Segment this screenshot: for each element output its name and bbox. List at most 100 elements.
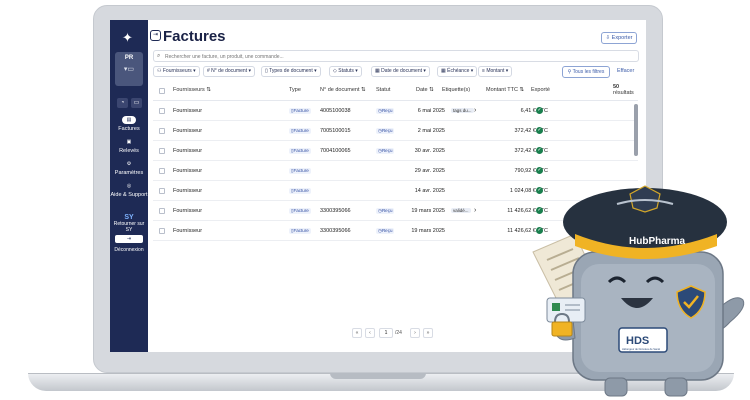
hash-icon: #	[207, 68, 210, 74]
badge-subtext: Hébergeur de Données de Santé	[622, 347, 661, 351]
results-count: 50 résultats	[613, 84, 634, 96]
col-header-fournisseurs[interactable]: Fournisseurs ⇅	[173, 87, 211, 93]
app-logo-icon[interactable]: ✦	[122, 30, 133, 46]
filter-date-document[interactable]: ▦ Date de document ▾	[371, 66, 430, 77]
cell-doc-number: 7005100015	[320, 128, 351, 134]
sidebar-item-label: Paramètres	[114, 170, 144, 176]
cell-supplier: Fournisseur	[173, 208, 203, 214]
check-circle-icon: ✓	[536, 167, 543, 174]
cell-date: 14 avr. 2025	[414, 188, 445, 194]
prev-page-button[interactable]: ‹	[365, 328, 375, 338]
type-badge: ▯Facture	[289, 108, 311, 114]
sidebar-item-aide[interactable]: ◎ Aide & Support	[110, 182, 148, 198]
statement-icon: ▣	[126, 139, 132, 145]
check-circle-icon: ✓	[536, 107, 543, 114]
select-all-checkbox[interactable]	[159, 88, 165, 94]
export-label: Exporter	[611, 35, 633, 41]
calendar-icon: ▦	[441, 68, 446, 74]
status-label: Reçu	[381, 148, 393, 153]
clear-filters-link[interactable]: Effacer	[617, 68, 634, 74]
filter-label: Montant	[486, 68, 505, 74]
last-page-button[interactable]: »	[423, 328, 433, 338]
col-header-montant[interactable]: Montant TTC ⇅	[486, 87, 524, 93]
col-label: Montant TTC	[486, 87, 518, 93]
store-icon: ▾▭	[123, 66, 135, 73]
col-header-date[interactable]: Date ⇅	[416, 87, 434, 93]
filter-label: Fournisseurs	[162, 68, 192, 74]
chevron-right-icon[interactable]: ›	[474, 107, 476, 114]
messages-icon[interactable]: ▭	[131, 98, 142, 108]
cap-text: HubPharma	[629, 236, 686, 247]
row-checkbox[interactable]	[159, 228, 165, 234]
filter-statuts[interactable]: ◇ Statuts ▾	[329, 66, 362, 77]
calendar-icon: ▦	[375, 68, 380, 74]
status-label: Reçu	[381, 108, 393, 113]
table-scrollbar[interactable]	[634, 104, 638, 156]
chevron-down-icon: ▾	[423, 68, 426, 74]
filter-label: N° de document	[211, 68, 248, 74]
chevron-down-icon: ▾	[470, 68, 474, 74]
status-label: Reçu	[381, 228, 393, 233]
tag-chip[interactable]: validé...	[451, 208, 471, 213]
sidebar-item-factures[interactable]: ▤ Factures	[110, 116, 148, 132]
health-card-icon	[546, 297, 586, 323]
search-input[interactable]	[165, 52, 625, 61]
page-input[interactable]: 1	[379, 328, 393, 338]
check-circle-icon: ✓	[536, 147, 543, 154]
filter-types-document[interactable]: ▯ Types de document ▾	[261, 66, 321, 77]
filter-fournisseurs[interactable]: ⚇ Fournisseurs ▾	[153, 66, 200, 77]
filter-numero-document[interactable]: # N° de document ▾	[203, 66, 255, 77]
export-button[interactable]: ⇩ Exporter	[601, 32, 637, 44]
tag-chip[interactable]: tags du...	[451, 108, 474, 113]
col-header-type: Type	[289, 87, 301, 93]
table-row[interactable]: Fournisseur ▯Facture 4005100038 ◷Reçu 6 mai …	[153, 101, 638, 121]
row-checkbox[interactable]	[159, 128, 165, 134]
user-initials: PR	[124, 55, 134, 61]
table-row[interactable]: Fournisseur ▯Facture 7005100015 ◷Reçu 2 mai …	[153, 121, 638, 141]
chevron-down-icon: ▾	[193, 68, 196, 74]
chevron-right-icon[interactable]: ›	[474, 207, 476, 214]
filter-montant[interactable]: ≡ Montant ▾	[478, 66, 513, 77]
cell-date: 30 avr. 2025	[414, 148, 445, 154]
search-bar: ⌕	[153, 50, 639, 62]
type-badge: ▯Facture	[289, 128, 311, 134]
help-icon: ◎	[126, 183, 132, 189]
col-header-numero[interactable]: N° de document ⇅	[320, 87, 366, 93]
next-page-button[interactable]: ›	[410, 328, 420, 338]
status-label: Reçu	[381, 128, 393, 133]
return-link[interactable]: SY Retourner sur SY	[110, 214, 148, 233]
chevron-down-icon: ▾	[314, 68, 317, 74]
all-filters-button[interactable]: ⚲ Tous les filtres	[562, 66, 610, 78]
notifications-icon[interactable]: ◔	[117, 98, 128, 108]
people-icon: ⚇	[157, 68, 162, 74]
amount-icon: ≡	[482, 68, 485, 74]
sidebar-item-label: Factures	[118, 126, 140, 132]
logout-label: Déconnexion	[114, 247, 144, 253]
collapse-sidebar-icon[interactable]: ⇥	[150, 30, 161, 41]
table-row[interactable]: Fournisseur ▯Facture 29 avr. 2025 790,92 € …	[153, 161, 638, 181]
type-label: Facture	[293, 188, 309, 193]
search-icon: ⌕	[157, 53, 161, 59]
col-header-exporte: Exporté	[531, 87, 550, 93]
hds-badge: HDS Hébergeur de Données de Santé	[618, 327, 668, 353]
chevron-down-icon: ▾	[505, 68, 509, 74]
invoice-icon: ▤	[122, 116, 136, 124]
sidebar-item-releves[interactable]: ▣ Relevés	[110, 138, 148, 154]
table-row[interactable]: Fournisseur ▯Facture 7004100065 ◷Reçu 30 avr…	[153, 141, 638, 161]
type-badge: ▯Facture	[289, 148, 311, 154]
cell-doc-number: 4005100038	[320, 108, 351, 114]
user-avatar[interactable]: PR ▾▭	[115, 52, 143, 86]
sidebar-item-parametres[interactable]: ⚙ Paramètres	[110, 160, 148, 176]
first-page-button[interactable]: «	[352, 328, 362, 338]
row-checkbox[interactable]	[159, 208, 165, 214]
row-checkbox[interactable]	[159, 188, 165, 194]
type-label: Facture	[293, 128, 309, 133]
row-checkbox[interactable]	[159, 148, 165, 154]
type-badge: ▯Facture	[289, 208, 311, 214]
logout-button[interactable]: ⇥	[115, 235, 143, 243]
all-filters-label: Tous les filtres	[572, 69, 605, 75]
cell-supplier: Fournisseur	[173, 108, 203, 114]
row-checkbox[interactable]	[159, 108, 165, 114]
filter-echeance[interactable]: ▦ Échéance ▾	[437, 66, 478, 77]
row-checkbox[interactable]	[159, 168, 165, 174]
